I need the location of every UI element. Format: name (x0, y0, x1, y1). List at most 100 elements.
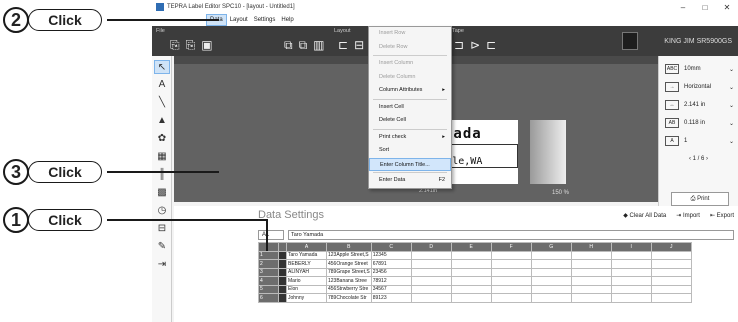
table-row[interactable]: 2 BEBERLY 456Orange Street 67891 (258, 259, 692, 269)
leader-line (107, 171, 219, 173)
table-cell[interactable]: 89123 (370, 293, 412, 303)
edit-data-icon[interactable]: ✎ (154, 240, 170, 254)
table-cell[interactable]: 78912 (370, 276, 412, 286)
table-cell[interactable]: 23456 (370, 267, 412, 277)
prev-page-icon[interactable]: ‹ (689, 156, 691, 162)
table-row[interactable]: 3 ALINYAH 789Grape Street,S 23456 (258, 267, 692, 277)
menu-item-sort[interactable]: Sort (369, 144, 451, 158)
table-cell[interactable]: Johnny (286, 293, 327, 303)
table-cell[interactable]: 123Banana Stree (326, 276, 372, 286)
table-cell[interactable]: ALINYAH (286, 267, 327, 277)
table-cell[interactable]: BEBERLY (286, 259, 327, 269)
export-button[interactable]: ⇤ Export (710, 212, 734, 219)
table-row[interactable]: 1 Taro Yamada 123Apple Street,S 12345 (258, 250, 692, 260)
menu-item-enter-data[interactable]: Enter Data F2 (369, 174, 451, 188)
table-cell[interactable]: Mario (286, 276, 327, 286)
menu-separator (373, 128, 447, 130)
callout-label: Click (28, 9, 102, 31)
close-button[interactable]: ✕ (716, 3, 738, 12)
open-icon[interactable]: ⎘ (186, 38, 196, 53)
qr-tool-icon[interactable]: ▩ (154, 186, 170, 200)
column-header[interactable]: I (610, 242, 652, 252)
image-tool-icon[interactable]: ▲ (154, 114, 170, 128)
table-cell[interactable]: Elon (286, 284, 327, 294)
data-tool-icon[interactable]: ⊟ (154, 222, 170, 236)
tape-icon[interactable]: ⊐ (454, 38, 464, 52)
column-header[interactable]: F (490, 242, 532, 252)
menu-item-delete-column[interactable]: Delete Column (369, 71, 451, 85)
margin-row[interactable]: AB 0.118 in ⌄ (659, 114, 738, 132)
table-cell[interactable]: Taro Yamada (286, 250, 327, 260)
paste-icon[interactable]: ⧉ (299, 38, 308, 53)
distribute-icon[interactable]: ⊟ (354, 38, 364, 52)
table-cell[interactable]: 123Apple Street,S (326, 250, 372, 260)
table-tool-icon[interactable]: ▦ (154, 150, 170, 164)
orientation-row[interactable]: → Horizontal ⌄ (659, 78, 738, 96)
menu-separator (373, 98, 447, 100)
import-button[interactable]: ⇥ Import (676, 212, 700, 219)
copies-row[interactable]: A 1 ⌄ (659, 132, 738, 150)
minimize-button[interactable]: – (672, 3, 694, 12)
print-button[interactable]: ⎙ Print (671, 192, 729, 206)
menu-separator (373, 55, 447, 56)
printer-model[interactable]: KING JIM SR5900GS (664, 38, 732, 45)
column-header[interactable]: E (450, 242, 492, 252)
pointer-icon[interactable]: ↖ (154, 60, 170, 74)
tape-length-icon[interactable]: ⊳ (470, 38, 480, 52)
chevron-down-icon[interactable]: ⌄ (729, 66, 734, 73)
menu-item-delete-cell[interactable]: Delete Cell (369, 114, 451, 128)
menu-item-insert-cell[interactable]: Insert Cell (369, 101, 451, 115)
menu-settings[interactable]: Settings (251, 14, 279, 26)
tape-margin-icon[interactable]: ⊏ (486, 38, 496, 52)
column-header[interactable]: G (530, 242, 572, 252)
table-cell[interactable]: 789Chocolate Str (326, 293, 372, 303)
menu-item-insert-column[interactable]: Insert Column (369, 57, 451, 71)
data-settings-panel: Data Settings ◆ Clear All Data ⇥ Import … (174, 206, 738, 322)
copy-icon[interactable]: ⧉ (284, 38, 293, 53)
table-row[interactable]: 4 Mario 123Banana Stree 78912 (258, 276, 692, 286)
clear-all-data-button[interactable]: ◆ Clear All Data (623, 212, 666, 219)
column-header[interactable]: A (286, 242, 327, 252)
next-page-icon[interactable]: › (706, 156, 708, 162)
cell-value-input[interactable]: Taro Yamada (288, 230, 734, 240)
table-row[interactable]: 6 Johnny 789Chocolate Str 89123 (258, 293, 692, 303)
menu-help[interactable]: Help (278, 14, 296, 26)
menu-layout[interactable]: Layout (227, 14, 251, 26)
chevron-down-icon[interactable]: ⌄ (729, 102, 734, 109)
align-icon[interactable]: ⊏ (338, 38, 348, 52)
line-tool-icon[interactable]: ╲ (154, 96, 170, 110)
menu-separator (373, 172, 447, 173)
column-header[interactable]: H (570, 242, 612, 252)
menu-item-column-attributes[interactable]: Column Attributes ▸ (369, 84, 451, 98)
save-icon[interactable]: ▣ (201, 38, 212, 53)
column-header[interactable]: D (410, 242, 452, 252)
table-cell[interactable]: 789Grape Street,S (326, 267, 372, 277)
clipart-tool-icon[interactable]: ✿ (154, 132, 170, 146)
table-cell[interactable]: 34567 (370, 284, 412, 294)
maximize-button[interactable]: □ (694, 3, 716, 12)
text-tool-icon[interactable]: A (154, 78, 170, 92)
chevron-down-icon[interactable]: ⌄ (729, 138, 734, 145)
delete-icon[interactable]: ▥ (313, 38, 324, 53)
menu-item-insert-row[interactable]: Insert Row (369, 27, 451, 41)
new-icon[interactable]: ⎘ (170, 38, 180, 53)
length-row[interactable]: ↔ 2.141 in ⌄ (659, 96, 738, 114)
menu-item-print-check[interactable]: Print check ▸ (369, 131, 451, 145)
import-data-icon[interactable]: ⇥ (154, 258, 170, 272)
table-row[interactable]: 5 Elon 456Strwberry Stre 34567 (258, 284, 692, 294)
column-header[interactable]: B (326, 242, 372, 252)
table-cell[interactable]: 12345 (370, 250, 412, 260)
tape-width-row[interactable]: ABC 10mm ⌄ (659, 60, 738, 78)
menu-item-delete-row[interactable]: Delete Row (369, 41, 451, 55)
column-header[interactable]: C (370, 242, 412, 252)
date-tool-icon[interactable]: ◷ (154, 204, 170, 218)
table-cell[interactable]: 67891 (370, 259, 412, 269)
callout-1: 1 Click (3, 206, 102, 234)
chevron-down-icon[interactable]: ⌄ (729, 84, 734, 91)
chevron-down-icon[interactable]: ⌄ (729, 120, 734, 127)
printer-icon[interactable] (622, 32, 638, 50)
column-header[interactable]: J (650, 242, 692, 252)
table-cell[interactable]: 456Orange Street (326, 259, 372, 269)
menu-item-enter-column-title[interactable]: Enter Column Title... (369, 157, 451, 171)
table-cell[interactable]: 456Strwberry Stre (326, 284, 372, 294)
